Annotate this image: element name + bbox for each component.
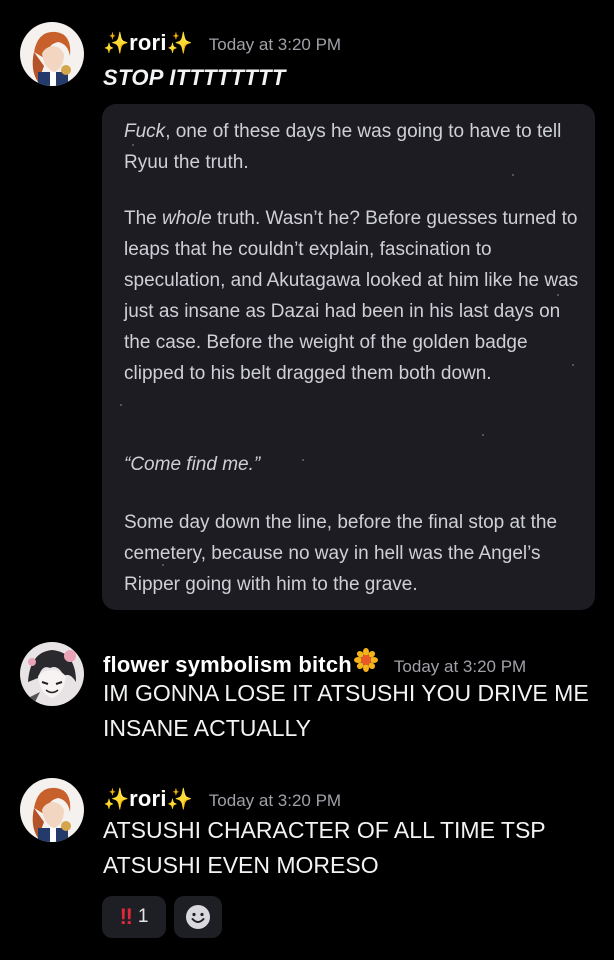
- excerpt-paragraph-1: Fuck, one of these days he was going to …: [124, 116, 586, 178]
- message-text: IM GONNA LOSE IT ATSUSHI YOU DRIVE ME IN…: [103, 680, 589, 741]
- double-exclamation-icon: ‼: [119, 904, 133, 929]
- excerpt-emphasis: “Come find me.”: [124, 454, 261, 475]
- excerpt-paragraph-2: The whole truth. Wasn’t he? Before guess…: [124, 203, 586, 389]
- reaction-double-exclamation[interactable]: ‼ 1: [102, 896, 166, 938]
- excerpt-paragraph-4: Some day down the line, before the final…: [124, 512, 558, 595]
- username[interactable]: rori: [129, 30, 166, 56]
- avatar-rori[interactable]: [20, 22, 84, 86]
- sparkle-icon: ✨: [166, 788, 193, 811]
- timestamp: Today at 3:20 PM: [393, 657, 527, 676]
- username[interactable]: flower symbolism bitch: [103, 652, 352, 678]
- excerpt-emphasis: Fuck: [124, 121, 166, 142]
- reaction-bar: ‼ 1: [102, 896, 222, 938]
- avatar-rori[interactable]: [20, 778, 84, 842]
- sunflower-icon: [353, 648, 378, 672]
- sparkle-icon: ✨: [166, 32, 193, 55]
- message-header: ✨ rori ✨ Today at 3:20 PM: [103, 786, 341, 812]
- message-header: flower symbolism bitch Today at 3:20 PM: [103, 648, 526, 678]
- sparkle-icon: ✨: [103, 32, 130, 55]
- message-header: ✨ rori ✨ Today at 3:20 PM: [103, 30, 341, 56]
- message-text: STOP ITTTTTTTT: [103, 65, 286, 90]
- timestamp: Today at 3:20 PM: [208, 791, 342, 810]
- excerpt-paragraph-3: “Come find me.”: [124, 449, 586, 480]
- timestamp: Today at 3:20 PM: [208, 35, 342, 54]
- excerpt-emphasis: whole: [162, 208, 212, 229]
- avatar-image: [20, 642, 84, 706]
- add-reaction-button[interactable]: [174, 896, 222, 938]
- excerpt-text: truth. Wasn’t he? Before guesses turned …: [124, 208, 579, 384]
- excerpt-text: The: [124, 208, 163, 229]
- avatar-image: [20, 778, 84, 842]
- quoted-excerpt-card: Fuck, one of these days he was going to …: [102, 104, 595, 610]
- add-reaction-icon: [186, 905, 210, 929]
- avatar-image: [20, 22, 84, 86]
- reaction-count: 1: [137, 906, 149, 927]
- username[interactable]: rori: [129, 786, 166, 812]
- avatar-flower-symbolism-bitch[interactable]: [20, 642, 84, 706]
- message-text: ATSUSHI CHARACTER OF ALL TIME TSP ATSUSH…: [103, 817, 546, 878]
- excerpt-text: , one of these days he was going to have…: [124, 121, 562, 173]
- sparkle-icon: ✨: [103, 788, 130, 811]
